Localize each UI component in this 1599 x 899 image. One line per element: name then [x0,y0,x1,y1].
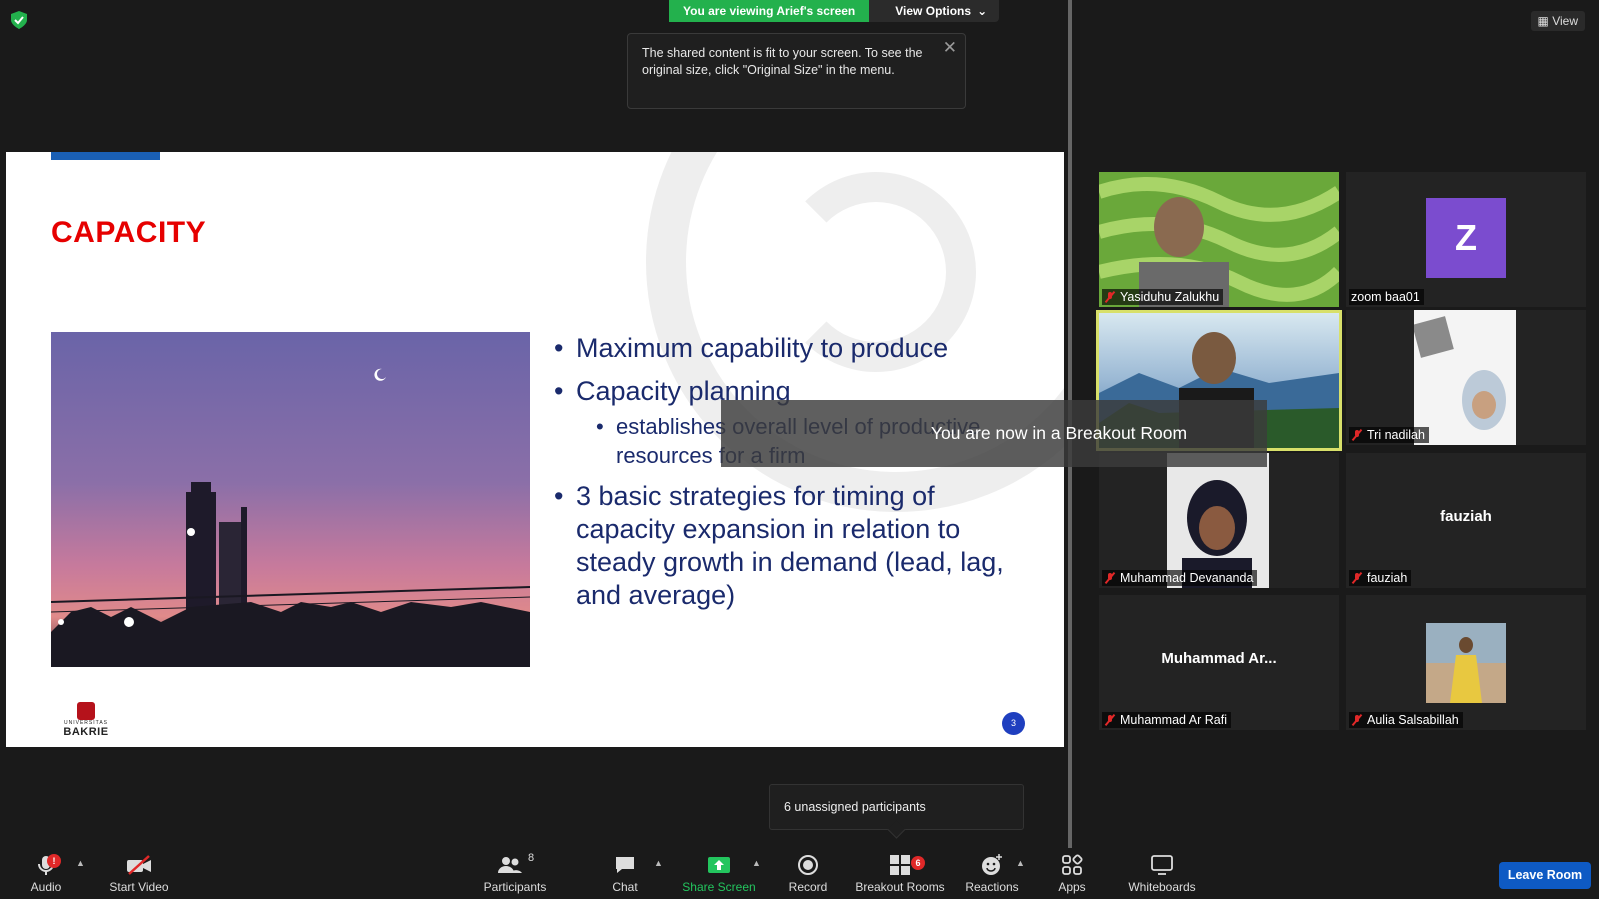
chevron-down-icon: ⌄ [977,4,988,18]
participant-video [1167,453,1269,588]
start-video-label: Start Video [109,880,169,894]
mic-muted-icon [1351,572,1363,584]
reactions-label: Reactions [965,880,1019,894]
slide-accent-bar [51,152,160,160]
view-button-label: View [1552,14,1578,28]
participant-name-tag: zoom baa01 [1349,289,1424,305]
chat-icon [616,857,634,873]
view-options-label: View Options [895,4,972,18]
view-options-button[interactable]: View Options ⌄ [869,0,1000,22]
whiteboards-button[interactable]: Whiteboards [1126,852,1198,894]
participant-name-tag: Tri nadilah [1349,427,1429,443]
video-tile[interactable]: Z zoom baa01 [1346,172,1586,307]
video-tile[interactable]: Muhammad Devananda [1099,453,1339,588]
participants-label: Participants [483,880,547,894]
participant-display-name: fauziah [1440,508,1492,525]
participant-name-tag: Yasiduhu Zalukhu [1102,289,1224,305]
participant-name: Muhammad Ar Rafi [1120,713,1227,727]
apps-label: Apps [1058,880,1086,894]
participant-video [1414,310,1516,445]
university-logo: UNIVERSITAS BAKRIE [56,702,116,738]
participant-name: fauziah [1367,571,1408,585]
participant-name-tag: Muhammad Devananda [1102,570,1258,586]
slide-bullet-list: Maximum capability to produce Capacity p… [554,332,1014,622]
fit-screen-tooltip: The shared content is fit to your screen… [627,33,966,109]
breakout-count-badge: 6 [911,856,925,870]
audio-label: Audio [30,880,62,894]
video-tile[interactable]: Muhammad Ar... Muhammad Ar Rafi [1099,595,1339,730]
avatar: Z [1426,198,1506,278]
mic-muted-icon [1351,714,1363,726]
chevron-up-icon[interactable]: ▲ [654,858,663,868]
audio-alert-badge: ! [47,854,61,868]
participants-count: 8 [527,852,535,864]
record-label: Record [788,880,828,894]
participants-button[interactable]: 8 Participants [482,852,548,894]
meeting-toolbar: Audio ! ▲ Start Video 8 Participants Cha… [0,848,1599,899]
participant-name-tag: Muhammad Ar Rafi [1102,712,1231,728]
unassigned-participants-popup[interactable]: 6 unassigned participants [769,784,1024,830]
share-screen-button[interactable]: Share Screen [682,852,756,894]
logo-big-text: BAKRIE [63,726,109,738]
participant-name: Tri nadilah [1367,428,1425,442]
unassigned-text: 6 unassigned participants [784,800,926,814]
breakout-rooms-button[interactable]: Breakout Rooms [854,852,946,894]
participant-name-tag: fauziah [1349,570,1412,586]
video-tile[interactable]: Yasiduhu Zalukhu [1099,172,1339,307]
video-off-icon [127,855,151,875]
participant-name-tag: Aulia Salsabillah [1349,712,1463,728]
close-icon[interactable]: ✕ [943,39,957,56]
breakout-rooms-icon [890,855,910,875]
view-button[interactable]: ▦ View [1530,11,1585,31]
whiteboard-icon [1151,855,1173,875]
participant-display-name: Muhammad Ar... [1161,650,1277,667]
participants-icon [497,857,522,873]
participant-name: Yasiduhu Zalukhu [1120,290,1220,304]
participant-name: Aulia Salsabillah [1367,713,1459,727]
chat-button[interactable]: Chat [606,852,644,894]
mic-muted-icon [1104,714,1116,726]
screen-share-banner: You are viewing Arief's screen View Opti… [669,0,1000,22]
reactions-button[interactable]: Reactions [964,852,1020,894]
slide-title: CAPACITY [51,216,207,249]
start-video-button[interactable]: Start Video [107,852,171,894]
silo-sunset-image [51,332,530,667]
chevron-up-icon[interactable]: ▲ [752,858,761,868]
university-crest-icon [77,702,95,720]
leave-room-button[interactable]: Leave Room [1499,862,1591,889]
chat-label: Chat [612,880,638,894]
bullet-item: 3 basic strategies for timing of capacit… [554,480,1014,612]
record-icon [798,855,818,875]
smiley-icon [982,854,1002,875]
mic-muted-icon [1104,572,1116,584]
share-screen-label: Share Screen [682,880,756,894]
participant-video [1099,172,1339,307]
tooltip-text: The shared content is fit to your screen… [642,46,923,77]
video-tile[interactable]: fauziah fauziah [1346,453,1586,588]
participant-name: zoom baa01 [1351,290,1420,304]
share-screen-icon [708,857,730,873]
chevron-up-icon[interactable]: ▲ [1016,858,1025,868]
record-button[interactable]: Record [786,852,830,894]
participant-avatar-photo [1426,623,1506,703]
slide-page-number: 3 [1002,712,1025,735]
viewing-screen-label: You are viewing Arief's screen [669,0,870,22]
security-shield-icon[interactable] [11,11,27,29]
apps-button[interactable]: Apps [1054,852,1090,894]
chevron-up-icon[interactable]: ▲ [76,858,85,868]
participant-name: Muhammad Devananda [1120,571,1254,585]
mic-muted-icon [1104,291,1116,303]
whiteboards-label: Whiteboards [1128,880,1196,894]
breakout-rooms-label: Breakout Rooms [855,880,945,894]
video-tile[interactable]: Tri nadilah [1346,310,1586,445]
apps-icon [1062,854,1083,875]
grid-view-icon: ▦ [1537,14,1549,28]
breakout-room-notification: You are now in a Breakout Room [721,400,1267,467]
bullet-item: Maximum capability to produce [554,332,1014,365]
breakout-message: You are now in a Breakout Room [930,423,1188,443]
mic-muted-icon [1351,429,1363,441]
video-tile[interactable]: Aulia Salsabillah [1346,595,1586,730]
